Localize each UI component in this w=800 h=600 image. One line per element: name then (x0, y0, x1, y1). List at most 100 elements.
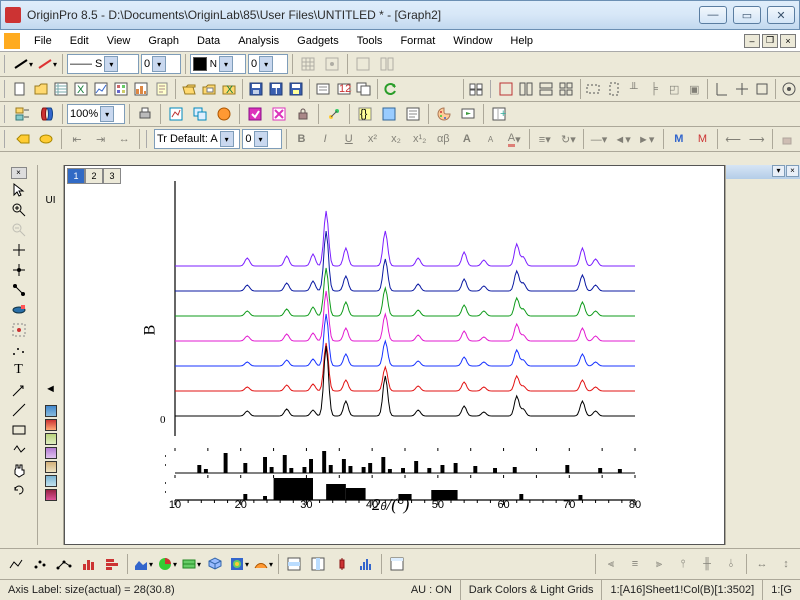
recalculate-button[interactable] (382, 78, 400, 100)
supersubscript-button[interactable]: x¹₂ (409, 128, 431, 150)
theme-button[interactable] (36, 128, 58, 150)
draw-data-tool[interactable] (10, 341, 28, 359)
pan-tool[interactable] (10, 461, 28, 479)
dock-pin-icon[interactable]: ▾ (772, 165, 785, 177)
duplicate-button[interactable] (189, 103, 211, 125)
new-folder-button[interactable] (31, 78, 49, 100)
axis-left-button[interactable] (712, 78, 730, 100)
print-button[interactable] (134, 103, 156, 125)
menu-help[interactable]: Help (502, 33, 541, 49)
open-button[interactable] (180, 78, 198, 100)
fontsize-select[interactable]: 0▾ (242, 129, 281, 149)
mdi-minimize-button[interactable]: – (744, 34, 760, 48)
palette-scroll-left[interactable]: ◄ (40, 383, 62, 395)
dist-h-button[interactable]: ↔ (751, 553, 773, 575)
zoom-select[interactable]: 100%▾ (67, 104, 125, 124)
stat-col-button[interactable] (307, 553, 329, 575)
begin-arrow-button[interactable]: ◄▾ (612, 128, 634, 150)
color-swatch-3[interactable] (45, 433, 57, 445)
minimize-button[interactable]: — (699, 6, 727, 24)
layer-tab-3[interactable]: 3 (103, 168, 121, 184)
snap-grid-button[interactable] (297, 53, 319, 75)
import-multiple-button[interactable] (355, 78, 373, 100)
layer-1-button[interactable] (497, 78, 515, 100)
import-wizard-button[interactable] (314, 78, 332, 100)
axis-frame-button[interactable] (753, 78, 771, 100)
increase-font-button[interactable]: A (456, 128, 478, 150)
line-tool[interactable] (10, 401, 28, 419)
arrange-left-button[interactable]: ⇤ (66, 128, 88, 150)
layer-tab-1[interactable]: 1 (67, 168, 85, 184)
screen-reader-tool[interactable] (10, 241, 28, 259)
line-width-select[interactable]: 0▾ (141, 54, 181, 74)
decrease-font-button[interactable]: A (480, 128, 502, 150)
antialias-button[interactable] (780, 78, 798, 100)
mdi-close-button[interactable]: × (780, 34, 796, 48)
menu-tools[interactable]: Tools (349, 33, 391, 49)
line-style-button[interactable]: —▾ (588, 128, 610, 150)
new-workbook-button[interactable] (52, 78, 70, 100)
subscript-button[interactable]: x₂ (385, 128, 407, 150)
open-excel-button[interactable]: X (220, 78, 238, 100)
palette-button[interactable] (433, 103, 455, 125)
layout-2-button[interactable] (376, 53, 398, 75)
menu-edit[interactable]: Edit (62, 33, 97, 49)
menu-data[interactable]: Data (189, 33, 228, 49)
superscript-button[interactable]: x² (362, 128, 384, 150)
mdi-restore-button[interactable]: ❐ (762, 34, 778, 48)
data-reader-tool[interactable] (10, 261, 28, 279)
stat-row-button[interactable] (283, 553, 305, 575)
underline-button[interactable]: U (338, 128, 360, 150)
new-color-button[interactable] (213, 103, 235, 125)
regional-mask-tool[interactable] (10, 301, 28, 319)
snap-object-button[interactable] (321, 53, 343, 75)
plot-line-button[interactable] (5, 553, 27, 575)
record-button[interactable]: М (668, 128, 690, 150)
color-swatch-1[interactable] (45, 405, 57, 417)
freehand-tool[interactable] (10, 441, 28, 459)
template-library-button[interactable] (386, 553, 408, 575)
layer-3-button[interactable] (537, 78, 555, 100)
menu-format[interactable]: Format (392, 33, 443, 49)
zoomin-tool[interactable] (10, 201, 28, 219)
plot-pie-button[interactable]: ▾ (156, 553, 178, 575)
color-swatch-2[interactable] (45, 419, 57, 431)
align-center-h-button[interactable]: ≡ (624, 553, 646, 575)
add-layer-button[interactable]: ▣ (685, 78, 703, 100)
italic-button[interactable]: I (314, 128, 336, 150)
rectangle-tool[interactable] (10, 421, 28, 439)
save-button[interactable] (247, 78, 265, 100)
extract-layers-button[interactable] (584, 78, 602, 100)
line-color-button[interactable]: ▾ (12, 53, 34, 75)
rotate-tool[interactable] (10, 481, 28, 499)
slideshow-button[interactable] (457, 103, 479, 125)
color-swatch-7[interactable] (45, 489, 57, 501)
zoomout-tool[interactable] (10, 221, 28, 239)
labtalk-button[interactable] (378, 103, 400, 125)
pointer-tool[interactable] (10, 181, 28, 199)
stop-record-button[interactable]: М (692, 128, 714, 150)
add-right-axis-button[interactable]: ╞ (645, 78, 663, 100)
new-excel-button[interactable]: X (72, 78, 90, 100)
font-select[interactable]: Tr Default: A▾ (154, 129, 240, 149)
import-ascii-button[interactable]: 123 (334, 78, 352, 100)
project-explorer-button[interactable] (12, 103, 34, 125)
refresh-button[interactable] (165, 103, 187, 125)
lock-position-button[interactable] (777, 128, 799, 150)
layout-1-button[interactable] (352, 53, 374, 75)
plot-bar-button[interactable] (101, 553, 123, 575)
plot-area[interactable]: 1020304050607080 (165, 176, 645, 511)
fill-pattern-select[interactable]: N▾ (190, 54, 246, 74)
label-tool-button[interactable] (12, 128, 34, 150)
rotate-button[interactable]: ↻▾ (558, 128, 580, 150)
digitize-button[interactable] (323, 103, 345, 125)
dist-v-button[interactable]: ↕ (775, 553, 797, 575)
step-forward-button[interactable]: ⟶ (746, 128, 768, 150)
menu-view[interactable]: View (99, 33, 139, 49)
x-axis-label[interactable]: 2θ/(°) (372, 495, 409, 515)
save-template-button[interactable]: T (267, 78, 285, 100)
palette-close-icon[interactable]: × (11, 167, 27, 179)
plot-linescatter-button[interactable] (53, 553, 75, 575)
arrange-center-button[interactable]: ↔ (113, 128, 135, 150)
menu-window[interactable]: Window (445, 33, 500, 49)
